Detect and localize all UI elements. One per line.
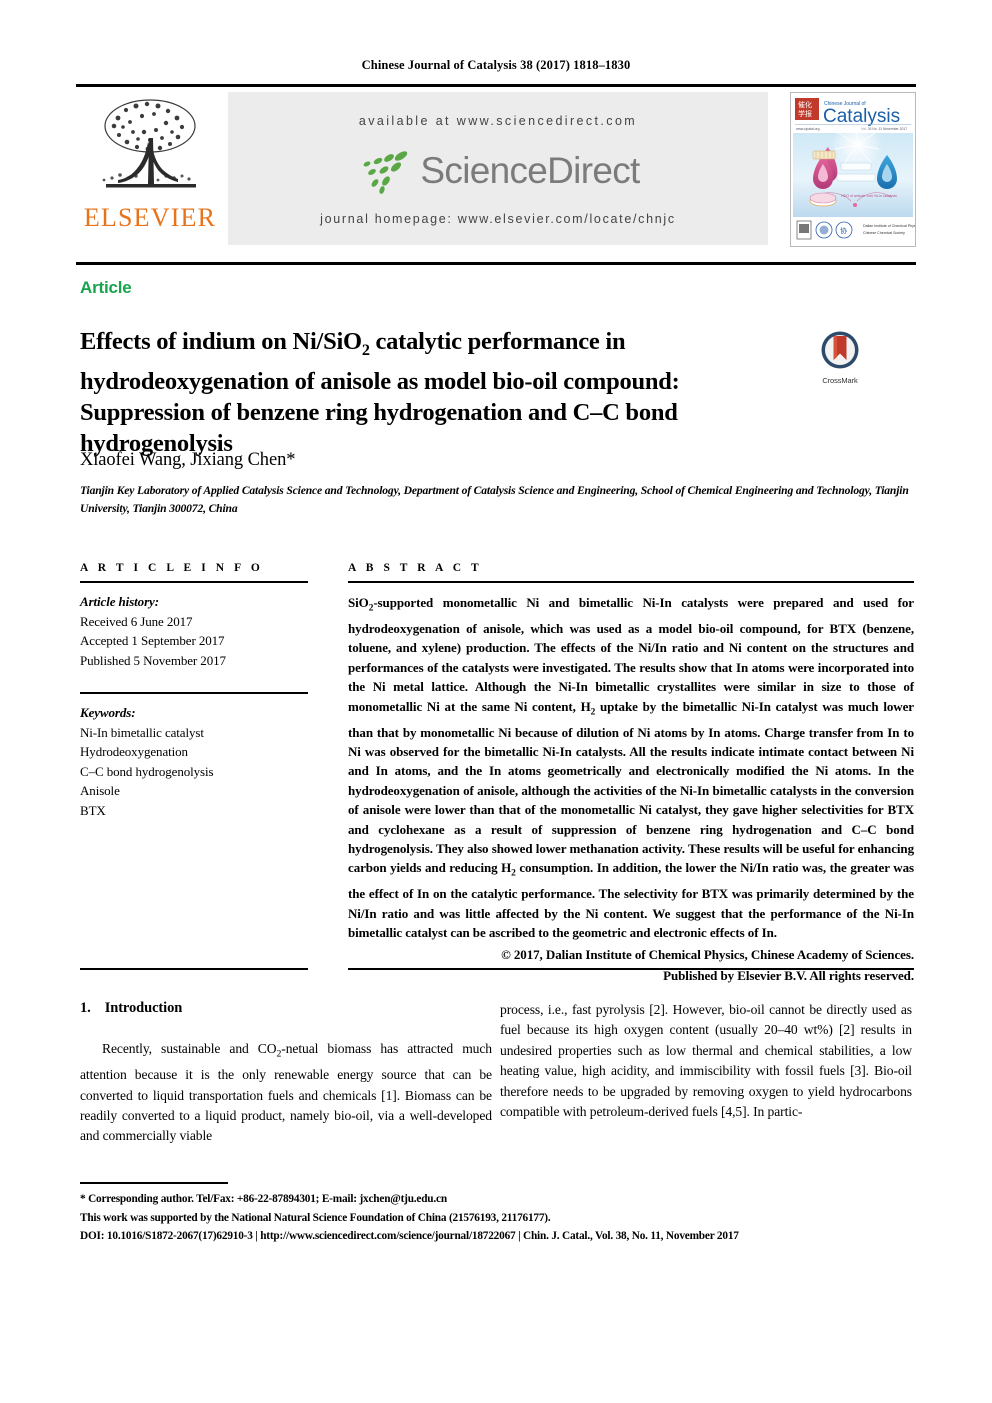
copyright-line-1: © 2017, Dalian Institute of Chemical Phy…	[501, 946, 914, 962]
svg-text:HDO of anisole over Ni-In cata: HDO of anisole over Ni-In catalysts	[841, 194, 897, 198]
abstract-text: SiO2-supported monometallic Ni and bimet…	[348, 593, 914, 943]
sciencedirect-leaves-icon	[364, 151, 408, 194]
affiliation: Tianjin Key Laboratory of Applied Cataly…	[80, 484, 909, 515]
keyword-item: Hydrodeoxygenation	[80, 744, 188, 759]
keyword-item: Anisole	[80, 783, 120, 798]
keyword-item: C–C bond hydrogenolysis	[80, 763, 214, 779]
abstract-column: A B S T R A C T SiO2-supported monometal…	[348, 562, 914, 986]
funding-note: This work was supported by the National …	[80, 1211, 551, 1224]
author-list: Xiaofei Wang, Jixiang Chen*	[80, 450, 296, 470]
article-history-block: Article history: Received 6 June 2017 Ac…	[80, 592, 308, 670]
svg-text:Dalian Institute of Chemical P: Dalian Institute of Chemical Physics, CA…	[863, 224, 915, 228]
article-info-column: A R T I C L E I N F O Article history: R…	[80, 562, 308, 820]
elsevier-logo: ELSEVIER	[76, 92, 224, 248]
body-separator-left	[80, 968, 308, 970]
footnote-block: * Corresponding author. Tel/Fax: +86-22-…	[80, 1190, 920, 1246]
footnote-rule	[80, 1182, 228, 1184]
elsevier-tree-icon	[102, 99, 196, 188]
title-line1-subscript: 2	[361, 342, 370, 360]
crossmark-icon[interactable]	[820, 330, 860, 370]
journal-cover-thumbnail: 催化 学报 Chinese Journal of Catalysis www.c…	[790, 92, 916, 247]
crossmark-label: CrossMark	[822, 376, 858, 385]
sciencedirect-wordmark: ScienceDirect	[420, 150, 640, 191]
available-at-text: available at www.sciencedirect.com	[358, 114, 638, 128]
intro-seg-a: Recently, sustainable and CO	[102, 1041, 277, 1056]
running-head: Chinese Journal of Catalysis 38 (2017) 1…	[361, 58, 631, 72]
title-line2: hydrodeoxygenation of anisole as model b…	[80, 368, 680, 396]
article-info-heading: A R T I C L E I N F O	[80, 562, 264, 574]
page-title: Effects of indium on Ni/SiO2 catalytic p…	[80, 326, 780, 459]
doi-note[interactable]: DOI: 10.1016/S1872-2067(17)62910-3 | htt…	[80, 1227, 920, 1246]
title-line3: Suppression of benzene ring hydrogenatio…	[80, 399, 678, 427]
elsevier-wordmark: ELSEVIER	[83, 203, 217, 232]
body-column-right: process, i.e., fast pyrolysis [2]. Howev…	[500, 1000, 912, 1122]
abstract-seg-a: SiO	[348, 595, 369, 610]
section-heading-introduction: 1. Introduction	[80, 1000, 492, 1017]
article-type-label: Article	[80, 278, 132, 297]
keyword-item: Ni-In bimetallic catalyst	[80, 724, 204, 740]
corresponding-author-note: * Corresponding author. Tel/Fax: +86-22-…	[80, 1193, 447, 1205]
article-info-rule	[80, 581, 308, 583]
body-separator-right	[348, 968, 914, 970]
sciencedirect-logo: ScienceDirect	[228, 145, 768, 197]
body-column-left: 1. Introduction Recently, sustainable and…	[80, 1000, 492, 1147]
svg-text:协: 协	[840, 226, 847, 235]
svg-text:催化: 催化	[798, 100, 812, 109]
keywords-rule	[80, 692, 308, 694]
abstract-seg-c: uptake by the bimetallic Ni-In catalyst …	[348, 698, 914, 876]
intro-paragraph-left: Recently, sustainable and CO2-netual bio…	[80, 1039, 492, 1147]
svg-text:学报: 学报	[798, 109, 812, 118]
journal-masthead: ELSEVIER available at www.sciencedirect.…	[76, 88, 916, 248]
svg-text:Chinese Chemical Society: Chinese Chemical Society	[863, 231, 905, 235]
history-item: Published 5 November 2017	[80, 652, 226, 668]
intro-seg-b: -netual biomass has attracted much atten…	[80, 1041, 493, 1144]
journal-cover-image: 催化 学报 Chinese Journal of Catalysis www.c…	[791, 93, 915, 246]
section-title-text: Introduction	[104, 1000, 183, 1016]
masthead-bottom-rule	[76, 262, 916, 265]
keyword-item: BTX	[80, 802, 106, 818]
history-item: Received 6 June 2017	[80, 613, 193, 629]
history-item: Accepted 1 September 2017	[80, 633, 225, 648]
section-number: 1.	[80, 1000, 91, 1016]
svg-text:www.cjcatal.org: www.cjcatal.org	[796, 127, 820, 131]
abstract-seg-b: -supported monometallic Ni and bimetalli…	[348, 595, 914, 714]
keywords-label: Keywords:	[80, 705, 136, 720]
article-history-label: Article history:	[80, 594, 159, 609]
sciencedirect-banner: available at www.sciencedirect.com Scien…	[228, 92, 768, 245]
title-line1-b: catalytic performance in	[369, 328, 626, 356]
paper-page: Chinese Journal of Catalysis 38 (2017) 1…	[0, 0, 992, 1403]
journal-homepage-text: journal homepage: www.elsevier.com/locat…	[320, 212, 676, 226]
crossmark-badge[interactable]: CrossMark	[810, 330, 870, 385]
keywords-block: Keywords: Ni-In bimetallic catalyst Hydr…	[80, 703, 308, 820]
intro-paragraph-right: process, i.e., fast pyrolysis [2]. Howev…	[500, 1002, 912, 1120]
abstract-rule	[348, 581, 914, 583]
abstract-heading: A B S T R A C T	[348, 562, 483, 574]
masthead-top-rule	[76, 84, 916, 87]
title-line1-a: Effects of indium on Ni/SiO	[80, 328, 362, 356]
